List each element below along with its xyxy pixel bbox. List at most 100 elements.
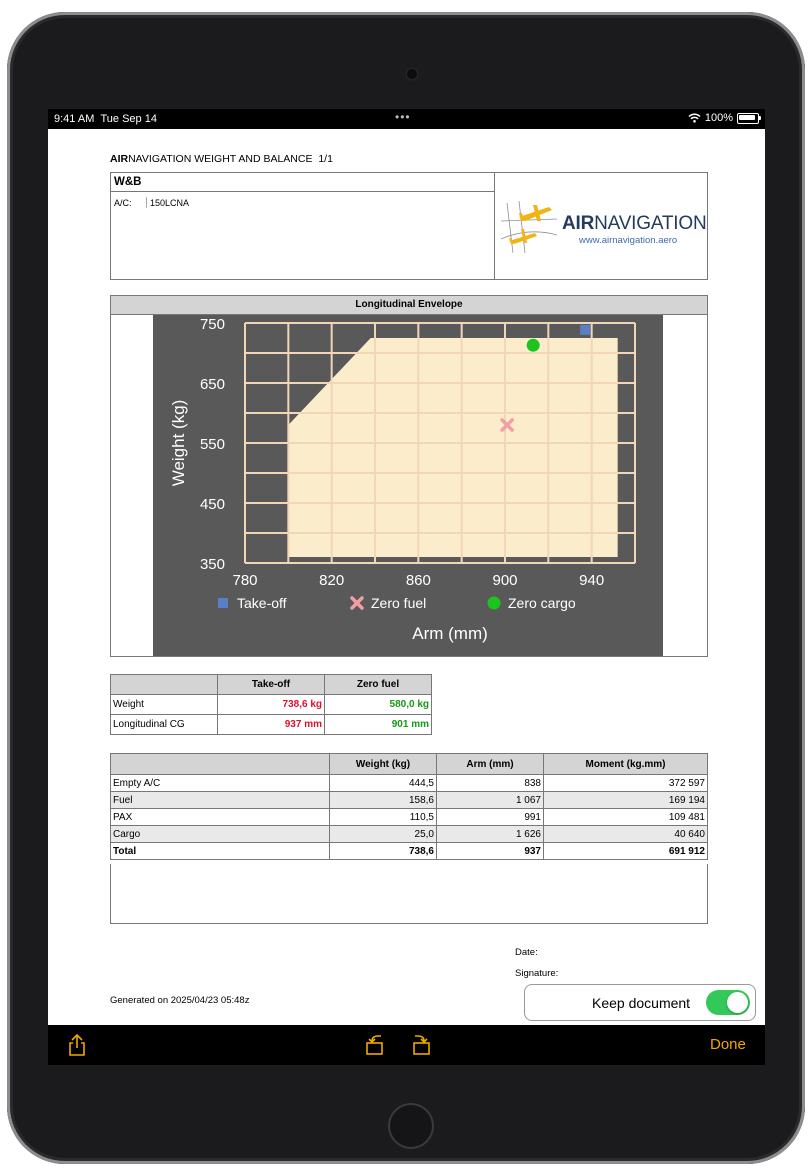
status-bar: 9:41 AM Tue Sep 14 ••• 100% bbox=[48, 109, 765, 129]
arm-cell: 1 626 bbox=[436, 825, 544, 843]
moment-table: Weight (kg) Arm (mm) Moment (kg.mm) Empt… bbox=[110, 753, 708, 860]
moment-cell: 372 597 bbox=[543, 774, 708, 792]
row-label: Fuel bbox=[110, 791, 330, 809]
logo-url: www.airnavigation.aero bbox=[579, 235, 678, 246]
envelope-title: Longitudinal Envelope bbox=[111, 296, 707, 315]
weight-cell: 25,0 bbox=[329, 825, 437, 843]
multitasking-dots-icon[interactable]: ••• bbox=[395, 110, 411, 124]
signature-label: Signature: bbox=[515, 968, 559, 979]
weight-cell: 444,5 bbox=[329, 774, 437, 792]
table-row: PAX 110,5 991 109 481 bbox=[110, 808, 708, 826]
x-tick-label: 940 bbox=[579, 572, 604, 589]
done-button[interactable]: Done bbox=[710, 1036, 746, 1053]
table-row: Longitudinal CG 937 mm 901 mm bbox=[110, 714, 432, 735]
keep-document-control: Keep document bbox=[524, 984, 756, 1021]
table-header-cell: Moment (kg.mm) bbox=[543, 753, 708, 775]
moment-cell: 169 194 bbox=[543, 791, 708, 809]
table-header-row: Weight (kg) Arm (mm) Moment (kg.mm) bbox=[110, 753, 708, 775]
document-page: AIRNAVIGATION WEIGHT AND BALANCE 1/1 W&B… bbox=[48, 129, 765, 1025]
airplane-logo-icon bbox=[500, 200, 558, 254]
row-label: Total bbox=[110, 842, 330, 860]
x-tick-label: 860 bbox=[406, 572, 431, 589]
date-label: Date: bbox=[515, 947, 538, 958]
moment-cell: 109 481 bbox=[543, 808, 708, 826]
arm-cell: 991 bbox=[436, 808, 544, 826]
legend-marker bbox=[487, 596, 501, 610]
table-total-row: Total 738,6 937 691 912 bbox=[110, 842, 708, 860]
bottom-toolbar: Done bbox=[48, 1025, 765, 1065]
legend-label: Zero cargo bbox=[508, 595, 576, 611]
generated-timestamp: Generated on 2025/04/23 05:48z bbox=[110, 995, 250, 1006]
home-button[interactable] bbox=[388, 1103, 434, 1149]
arm-cell: 937 bbox=[436, 842, 544, 860]
takeoff-cg: 937 mm bbox=[217, 714, 325, 735]
divider bbox=[146, 197, 147, 208]
weight-cell: 110,5 bbox=[329, 808, 437, 826]
weight-cell: 738,6 bbox=[329, 842, 437, 860]
table-header-cell: Take-off bbox=[217, 674, 325, 695]
data-point-take-off bbox=[580, 324, 591, 335]
aircraft-row: A/C: 150LCNA bbox=[111, 192, 495, 279]
table-header-cell: Arm (mm) bbox=[436, 753, 544, 775]
envelope-chart: 780 820 860 900 940 350 450 550 650 750 Arm (mm) We… bbox=[153, 315, 663, 656]
x-tick-label: 900 bbox=[492, 572, 517, 589]
summary-table: Take-off Zero fuel Weight 738,6 kg 580,0… bbox=[110, 674, 432, 735]
table-row: Fuel 158,6 1 067 169 194 bbox=[110, 791, 708, 809]
status-right: 100% bbox=[688, 112, 761, 124]
rotate-left-icon[interactable] bbox=[364, 1033, 386, 1057]
status-time: 9:41 AM Tue Sep 14 bbox=[54, 113, 157, 125]
wifi-icon bbox=[688, 113, 701, 123]
x-tick-label: 820 bbox=[319, 572, 344, 589]
battery-percent: 100% bbox=[704, 112, 733, 124]
table-row: Weight 738,6 kg 580,0 kg bbox=[110, 694, 432, 715]
legend-label: Zero fuel bbox=[371, 595, 426, 611]
zerofuel-cg: 901 mm bbox=[324, 714, 432, 735]
share-icon[interactable] bbox=[66, 1033, 88, 1057]
logo-wordmark: AIRNAVIGATION bbox=[562, 213, 707, 234]
table-header-cell bbox=[110, 753, 330, 775]
battery-icon bbox=[737, 112, 761, 124]
y-tick-label: 750 bbox=[200, 316, 225, 333]
legend-label: Take-off bbox=[237, 595, 287, 611]
table-row: Empty A/C 444,5 838 372 597 bbox=[110, 774, 708, 792]
takeoff-weight: 738,6 kg bbox=[217, 694, 325, 715]
header-box: W&B A/C: 150LCNA AIRNAVIGATION www.airna… bbox=[110, 172, 708, 280]
row-label: Weight bbox=[110, 694, 218, 715]
aircraft-label: A/C: bbox=[114, 198, 132, 208]
row-label: PAX bbox=[110, 808, 330, 826]
front-camera bbox=[407, 69, 417, 79]
data-point-zero-cargo bbox=[526, 338, 540, 352]
rotate-right-icon[interactable] bbox=[410, 1033, 432, 1057]
y-tick-label: 350 bbox=[200, 556, 225, 573]
row-label: Empty A/C bbox=[110, 774, 330, 792]
y-axis-label: Weight (kg) bbox=[169, 400, 188, 487]
table-header-cell: Zero fuel bbox=[324, 674, 432, 695]
aircraft-registration: 150LCNA bbox=[150, 198, 190, 208]
keep-document-label: Keep document bbox=[592, 995, 691, 1011]
airnavigation-logo: AIRNAVIGATION www.airnavigation.aero bbox=[495, 173, 707, 279]
table-header-cell bbox=[110, 674, 218, 695]
keep-document-toggle[interactable] bbox=[706, 990, 750, 1015]
toggle-knob bbox=[727, 992, 748, 1013]
arm-cell: 838 bbox=[436, 774, 544, 792]
moment-cell: 691 912 bbox=[543, 842, 708, 860]
legend-marker bbox=[218, 598, 228, 608]
moment-cell: 40 640 bbox=[543, 825, 708, 843]
row-label: Longitudinal CG bbox=[110, 714, 218, 735]
y-tick-label: 450 bbox=[200, 496, 225, 513]
table-header-cell: Weight (kg) bbox=[329, 753, 437, 775]
weight-cell: 158,6 bbox=[329, 791, 437, 809]
section-title: W&B bbox=[111, 173, 495, 192]
y-tick-label: 550 bbox=[200, 436, 225, 453]
document-title: AIRNAVIGATION WEIGHT AND BALANCE 1/1 bbox=[110, 153, 333, 165]
screen: 9:41 AM Tue Sep 14 ••• 100% AIRNAVIGATIO… bbox=[48, 109, 765, 1065]
y-tick-label: 650 bbox=[200, 376, 225, 393]
zerofuel-weight: 580,0 kg bbox=[324, 694, 432, 715]
table-empty-area bbox=[110, 864, 708, 924]
x-axis-label: Arm (mm) bbox=[412, 624, 488, 643]
x-tick-label: 780 bbox=[232, 572, 257, 589]
longitudinal-envelope-panel: Longitudinal Envelope 780 820 860 900 940 350… bbox=[110, 295, 708, 657]
table-row: Cargo 25,0 1 626 40 640 bbox=[110, 825, 708, 843]
row-label: Cargo bbox=[110, 825, 330, 843]
arm-cell: 1 067 bbox=[436, 791, 544, 809]
